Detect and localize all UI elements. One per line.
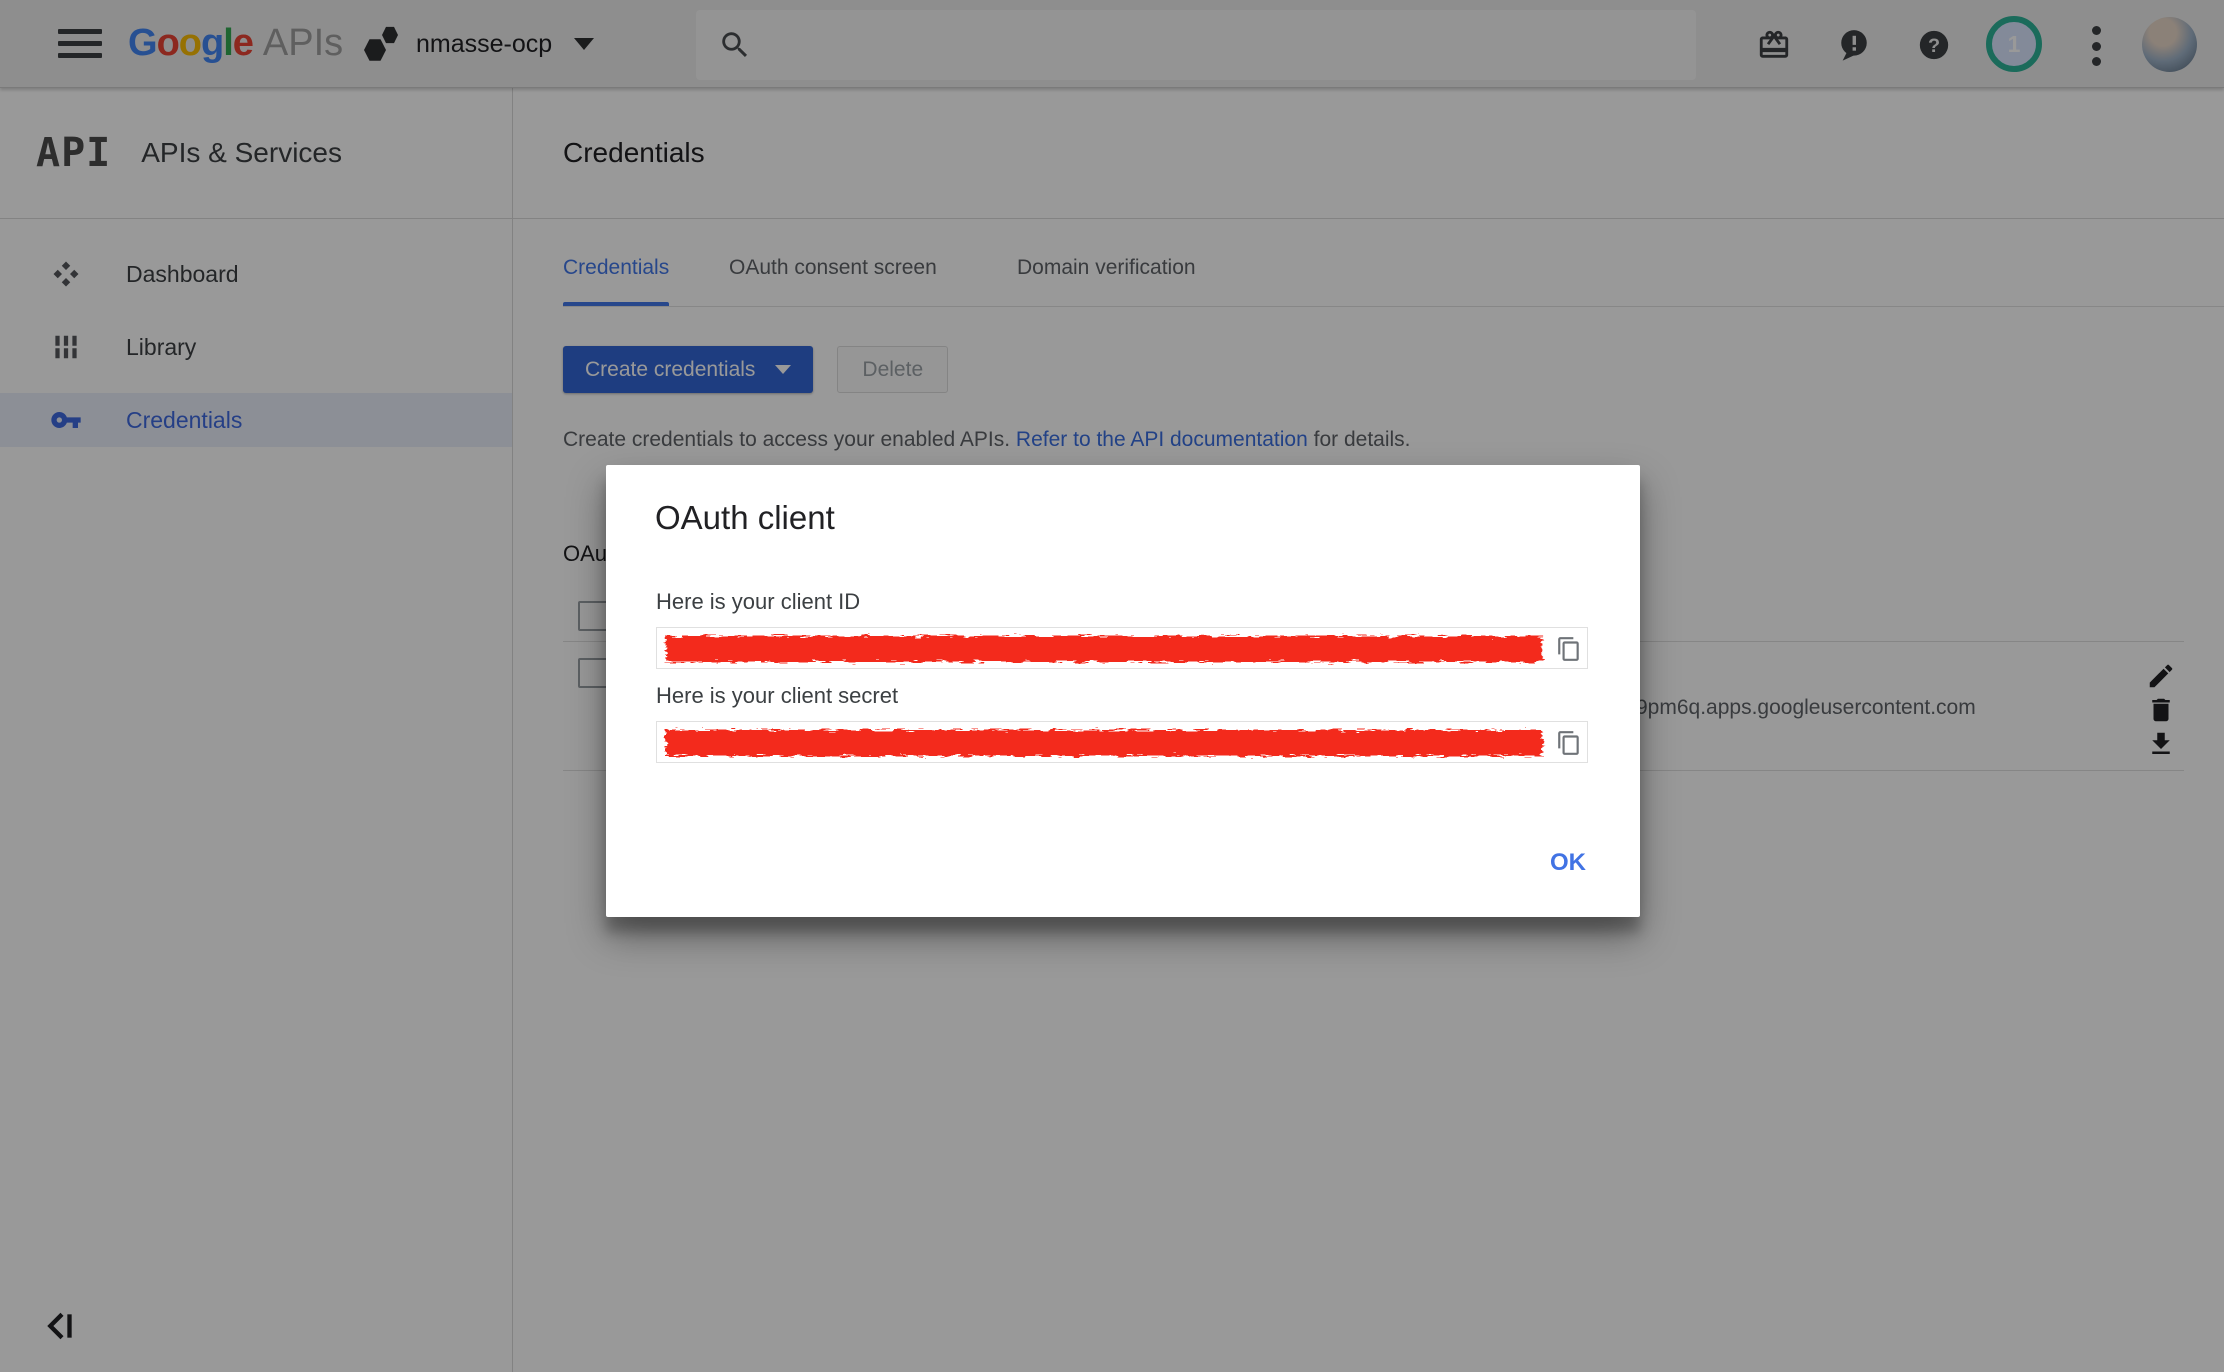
page: GoogleAPIs nmasse-ocp ? (0, 0, 2224, 1372)
client-secret-label: Here is your client secret (656, 683, 898, 709)
modal-title: OAuth client (655, 499, 835, 537)
ok-button[interactable]: OK (1540, 843, 1596, 883)
client-id-redaction (661, 631, 1555, 665)
copy-icon[interactable] (1556, 729, 1582, 757)
client-id-label: Here is your client ID (656, 589, 860, 615)
oauth-client-dialog: OAuth client Here is your client ID Here… (606, 465, 1640, 917)
copy-icon[interactable] (1556, 635, 1582, 663)
client-id-field[interactable] (656, 627, 1588, 669)
client-secret-field[interactable] (656, 721, 1588, 763)
client-secret-redaction (661, 725, 1555, 759)
